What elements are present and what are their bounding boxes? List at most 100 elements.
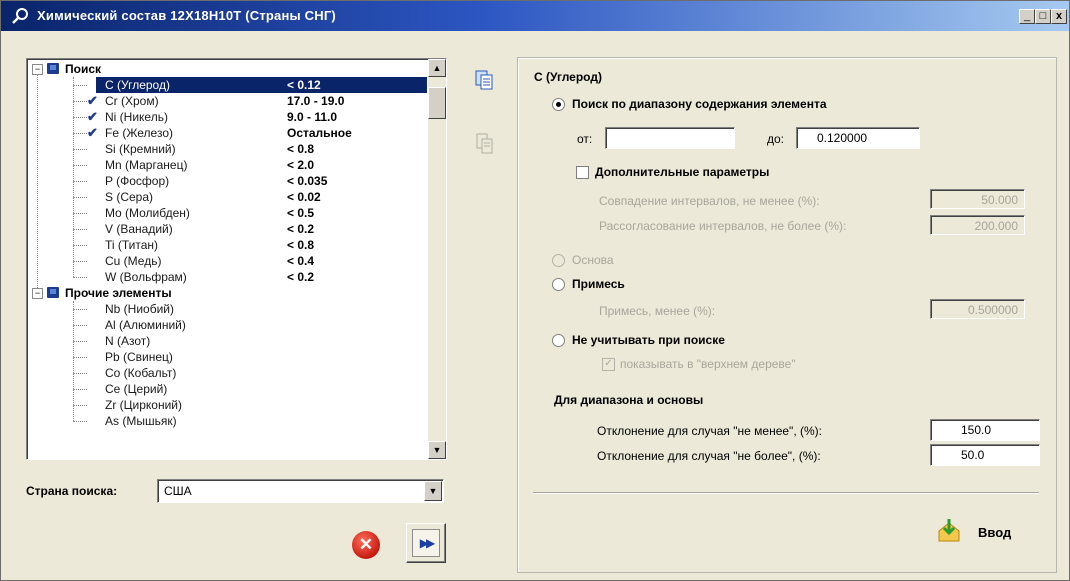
tree-vertical-line <box>73 301 75 421</box>
tree-item-name: V (Ванадий) <box>105 222 173 236</box>
scroll-up-button[interactable]: ▲ <box>428 59 446 77</box>
tree-connector <box>73 389 87 390</box>
impurity-less-label: Примесь, менее (%): <box>599 304 716 318</box>
next-button[interactable]: ▶▶ <box>406 523 446 563</box>
scroll-down-button[interactable]: ▼ <box>428 441 446 459</box>
tree-item[interactable]: ✔ Fe (Железо) Остальное <box>27 125 427 141</box>
tree-vertical-line <box>73 77 75 277</box>
panel-title: C (Углерод) <box>534 70 602 84</box>
tree-connector <box>73 245 87 246</box>
enter-icon[interactable] <box>935 517 963 545</box>
tree-item-value: < 0.8 <box>287 142 315 156</box>
paste-icon[interactable] <box>475 69 493 91</box>
tree-item-value: < 0.5 <box>287 206 315 220</box>
tree-connector <box>73 85 87 86</box>
overlap-label: Совпадение интервалов, не менее (%): <box>599 194 820 208</box>
tree-item[interactable]: Mn (Марганец) < 2.0 <box>27 157 427 173</box>
element-tree[interactable]: − Поиск C (Углерод) < 0.12 ✔ Cr (Хром) 17.0 - … <box>26 58 447 460</box>
range-search-radio[interactable] <box>552 98 565 111</box>
tree-item[interactable]: P (Фосфор) < 0.035 <box>27 173 427 189</box>
tree-item[interactable]: ✔ Ni (Никель) 9.0 - 11.0 <box>27 109 427 125</box>
tree-connector <box>73 165 87 166</box>
impurity-label: Примесь <box>572 277 625 291</box>
overlap-input[interactable]: 50.000 <box>930 189 1025 209</box>
tree-connector <box>73 341 87 342</box>
ignore-radio[interactable] <box>552 334 565 347</box>
tree-item-name: Nb (Ниобий) <box>105 302 174 316</box>
impurity-radio[interactable] <box>552 278 565 291</box>
country-select[interactable]: США ▼ <box>157 479 444 503</box>
dev-min-input[interactable]: 150.0 <box>930 419 1040 441</box>
tree-group[interactable]: − Поиск <box>27 61 427 77</box>
tree-connector <box>73 117 87 118</box>
dev-max-input[interactable]: 50.0 <box>930 444 1040 466</box>
base-radio[interactable] <box>552 254 565 267</box>
collapse-icon[interactable]: − <box>32 288 43 299</box>
separator <box>533 492 1039 494</box>
extra-params-checkbox[interactable] <box>576 166 589 179</box>
tree-connector <box>73 149 87 150</box>
tree-item[interactable]: Ti (Титан) < 0.8 <box>27 237 427 253</box>
base-label: Основа <box>572 253 614 267</box>
next-icon: ▶▶ <box>412 529 440 557</box>
chevron-down-icon[interactable]: ▼ <box>424 481 442 501</box>
tree-item-name: P (Фосфор) <box>105 174 170 188</box>
tree-item[interactable]: N (Азот) <box>27 333 427 349</box>
tree-item-name: As (Мышьяк) <box>105 414 177 428</box>
tree-scrollbar[interactable]: ▲ ▼ <box>428 59 446 459</box>
tree-item[interactable]: Ce (Церий) <box>27 381 427 397</box>
tree-item[interactable]: W (Вольфрам) < 0.2 <box>27 269 427 285</box>
tree-group[interactable]: − Прочие элементы <box>27 285 427 301</box>
tree-item-name: Mo (Молибден) <box>105 206 190 220</box>
tree-item[interactable]: Mo (Молибден) < 0.5 <box>27 205 427 221</box>
tree-item-name: Co (Кобальт) <box>105 366 177 380</box>
tree-item[interactable]: As (Мышьяк) <box>27 413 427 429</box>
enter-button-label[interactable]: Ввод <box>978 525 1011 540</box>
mismatch-label: Рассогласование интервалов, не более (%)… <box>599 219 847 233</box>
tree-item[interactable]: Al (Алюминий) <box>27 317 427 333</box>
tree-item[interactable]: Cu (Медь) < 0.4 <box>27 253 427 269</box>
tree-connector <box>73 213 87 214</box>
tree-connector <box>73 277 87 278</box>
checkmark-icon: ✔ <box>87 125 98 140</box>
scroll-thumb[interactable] <box>428 87 446 119</box>
tree-item[interactable]: ✔ Cr (Хром) 17.0 - 19.0 <box>27 93 427 109</box>
tree-item[interactable]: Si (Кремний) < 0.8 <box>27 141 427 157</box>
tree-item-name: N (Азот) <box>105 334 151 348</box>
maximize-button[interactable]: □ <box>1035 9 1051 24</box>
tree-item[interactable]: S (Сера) < 0.02 <box>27 189 427 205</box>
main-window: Химический состав 12Х18Н10Т (Страны СНГ)… <box>0 0 1070 581</box>
tree-item[interactable]: V (Ванадий) < 0.2 <box>27 221 427 237</box>
range-base-header: Для диапазона и основы <box>554 393 704 407</box>
tree-connector <box>73 405 87 406</box>
tree-item[interactable]: Co (Кобальт) <box>27 365 427 381</box>
to-label: до: <box>767 132 785 146</box>
folder-icon <box>47 287 59 298</box>
tree-item-value: 9.0 - 11.0 <box>287 110 338 124</box>
cancel-icon[interactable]: ✕ <box>352 531 380 559</box>
tree-item[interactable]: Zr (Цирконий) <box>27 397 427 413</box>
tree-item-name: C (Углерод) <box>105 78 170 92</box>
to-input[interactable]: 0.120000 <box>796 127 920 149</box>
tree-item-name: S (Сера) <box>105 190 154 204</box>
tree-item-name: Mn (Марганец) <box>105 158 188 172</box>
impurity-less-input[interactable]: 0.500000 <box>930 299 1025 319</box>
tree-item-name: Ni (Никель) <box>105 110 168 124</box>
tree-item[interactable]: C (Углерод) < 0.12 <box>27 77 427 93</box>
tree-item-name: Fe (Железо) <box>105 126 173 140</box>
tree-item[interactable]: Pb (Свинец) <box>27 349 427 365</box>
tree-item-name: Ti (Титан) <box>105 238 159 252</box>
from-input[interactable] <box>605 127 735 149</box>
tree-connector <box>73 325 87 326</box>
tree-group-label: Прочие элементы <box>65 286 172 300</box>
close-button[interactable]: x <box>1051 9 1067 24</box>
tree-item-name: Al (Алюминий) <box>105 318 186 332</box>
from-label: от: <box>577 132 593 146</box>
tree-connector <box>73 357 87 358</box>
tree-item[interactable]: Nb (Ниобий) <box>27 301 427 317</box>
mismatch-input[interactable]: 200.000 <box>930 215 1025 235</box>
show-top-tree-checkbox[interactable]: ✓ <box>602 358 615 371</box>
tree-item-value: < 0.8 <box>287 238 315 252</box>
app-icon <box>12 8 28 24</box>
minimize-button[interactable]: _ <box>1019 9 1035 24</box>
